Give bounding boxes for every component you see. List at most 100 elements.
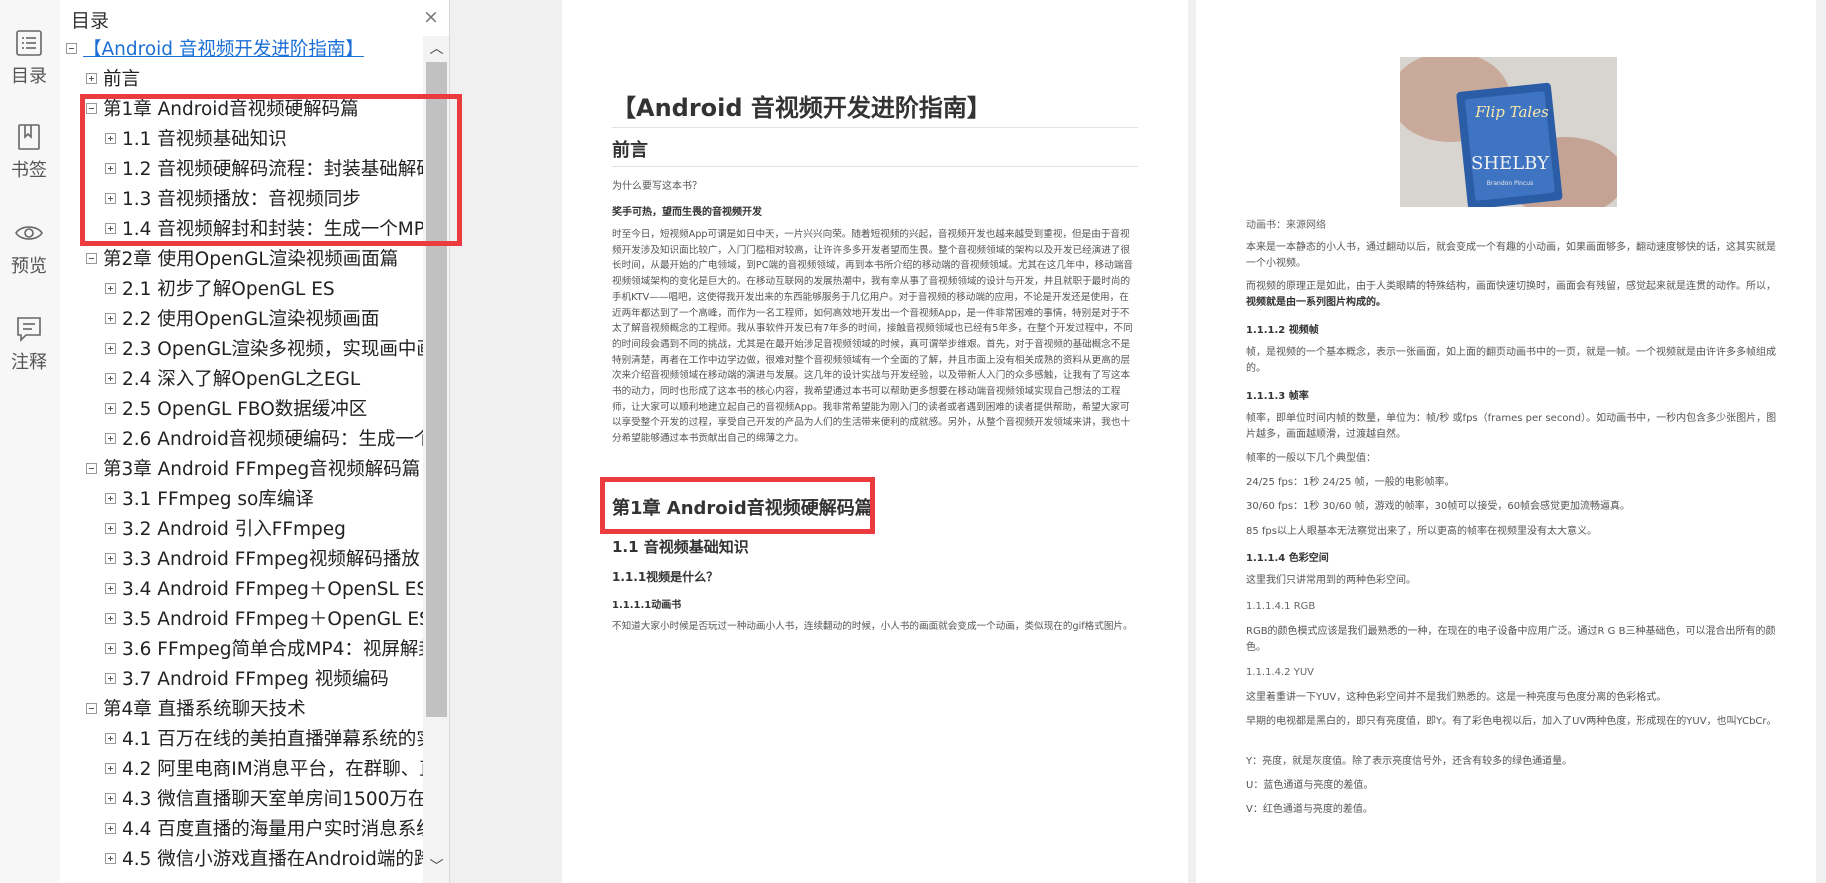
notes-rail-label: 注释 [11,352,47,373]
rgb-body: RGB的颜色模式应该是我们最熟悉的一种，在现在的电子设备中应用广泛。通过R G … [1246,626,1776,653]
toc-item[interactable]: 4.5 微信小游戏直播在Android端的跨 [105,846,423,874]
rate-heading: 1.1.1.3 帧率 [1246,391,1309,402]
highlight-box-chapter [600,477,875,534]
toc-item[interactable]: 3.6 FFmpeg简单合成MP4：视屏解封 [105,636,423,664]
collapse-icon[interactable] [86,462,97,474]
expand-icon[interactable] [105,612,116,624]
color-heading: 1.1.1.4 色彩空间 [1246,553,1329,564]
toc-item-label: 3.1 FFmpeg so库编译 [122,489,314,510]
scroll-down-icon[interactable]: ﹀ [426,856,447,876]
preview-rail-label: 预览 [11,256,47,277]
rgb-heading: 1.1.1.4.1 RGB [1246,601,1316,612]
expand-icon[interactable] [105,552,116,564]
toc-item[interactable]: 【Android 音视频开发进阶指南】 [66,36,423,64]
expand-icon[interactable] [105,852,116,864]
expand-icon[interactable] [105,342,116,354]
image-text-small: Brandon Pincus [1487,180,1533,187]
expand-icon[interactable] [105,522,116,534]
toc-item-label: 4.3 微信直播聊天室单房间1500万在线 [122,789,423,810]
document-page-1: 【Android 音视频开发进阶指南】 前言 为什么要写这本书？ 奖手可热，望而… [562,0,1188,883]
eye-icon [15,226,43,240]
toc-item[interactable]: 3.7 Android FFmpeg 视频编码 [105,666,423,694]
toc-item-label: 第3章 Android FFmpeg音视频解码篇 [103,459,421,480]
expand-icon[interactable] [105,762,116,774]
close-icon[interactable]: × [423,6,439,28]
toc-item-label: 2.1 初步了解OpenGL ES [122,279,335,300]
toc-item-label: 第4章 直播系统聊天技术 [103,699,306,720]
toc-item[interactable]: 2.4 深入了解OpenGL之EGL [105,366,423,394]
toc-item-label: 第2章 使用OpenGL渲染视频画面篇 [103,249,399,270]
expand-icon[interactable] [105,672,116,684]
doc-title: 【Android 音视频开发进阶指南】 [612,94,991,122]
toc-item[interactable]: 2.1 初步了解OpenGL ES [105,276,423,304]
preface-subtitle: 奖手可热，望而生畏的音视频开发 [612,207,762,218]
document-page-2: Flip Tales SHELBY Brandon Pincus 动画书：来源网… [1196,0,1816,883]
toc-item-label: 3.5 Android FFmpeg＋OpenGL ES播 [122,609,423,630]
toc-item[interactable]: 2.2 使用OpenGL渲染视频画面 [105,306,423,334]
bookmark-icon [18,124,40,150]
expand-icon[interactable] [105,282,116,294]
y-line: Y：亮度，就是灰度值。除了表示亮度信号外，还含有较多的绿色通道量。 [1246,756,1573,767]
toc-item[interactable]: 3.1 FFmpeg so库编译 [105,486,423,514]
expand-icon[interactable] [105,822,116,834]
toc-item[interactable]: 第2章 使用OpenGL渲染视频画面篇 [86,246,423,274]
preface-divider [612,166,1138,167]
scroll-up-icon[interactable]: ︿ [426,38,447,58]
title-divider [612,127,1138,128]
toc-item[interactable]: 2.5 OpenGL FBO数据缓冲区 [105,396,423,424]
toc-item[interactable]: 3.3 Android FFmpeg视频解码播放 [105,546,423,574]
toc-item[interactable]: 第3章 Android FFmpeg音视频解码篇 [86,456,423,484]
toc-item[interactable]: 3.2 Android 引入FFmpeg [105,516,423,544]
toc-item[interactable]: 前言 [86,66,423,94]
yuv-body-1: 这里着重讲一下YUV，这种色彩空间并不是我们熟悉的。这是一种亮度与色度分离的色彩… [1246,692,1667,703]
subsection-heading: 1.1.1视频是什么？ [612,570,719,584]
expand-icon[interactable] [105,582,116,594]
notes-rail-button[interactable]: 注释 [0,314,58,374]
toc-item-label: 2.6 Android音视频硬编码：生成一个 [122,429,423,450]
flipbook-photo: Flip Tales SHELBY Brandon Pincus [1400,57,1617,207]
bookmark-rail-button[interactable]: 书签 [0,122,58,182]
toc-item[interactable]: 3.4 Android FFmpeg＋OpenSL ES音 [105,576,423,604]
toc-rail-button[interactable]: 目录 [0,28,58,88]
expand-icon[interactable] [105,732,116,744]
collapse-icon[interactable] [86,252,97,264]
toc-item-label: 4.5 微信小游戏直播在Android端的跨 [122,849,423,870]
expand-icon[interactable] [86,72,97,84]
expand-icon[interactable] [105,792,116,804]
image-text-top: Flip Tales [1474,103,1549,121]
toc-item[interactable]: 3.5 Android FFmpeg＋OpenGL ES播 [105,606,423,634]
expand-icon[interactable] [105,642,116,654]
frame-body: 帧，是视频的一个基本概念，表示一张画面，如上面的翻页动画书中的一页，就是一帧。一… [1246,347,1776,374]
expand-icon[interactable] [105,372,116,384]
toc-item[interactable]: 4.3 微信直播聊天室单房间1500万在线 [105,786,423,814]
toc-item[interactable]: 第4章 直播系统聊天技术 [86,696,423,724]
toc-item-label: 3.7 Android FFmpeg 视频编码 [122,669,389,690]
expand-icon[interactable] [105,432,116,444]
emphasis-text: 视频就是由一系列图片构成的。 [1246,296,1386,308]
rate-body: 帧率，即单位时间内帧的数量，单位为：帧/秒 或fps（frames per se… [1246,413,1777,440]
toc-item[interactable]: 4.2 阿里电商IM消息平台，在群聊、直 [105,756,423,784]
toc-item-label: 4.1 百万在线的美拍直播弹幕系统的实 [122,729,423,750]
toc-header: 目录 × [60,0,449,34]
p2-paragraph-1: 本来是一本静态的小人书，通过翻动以后，就会变成一个有趣的小动画，如果画面够多，翻… [1246,242,1776,269]
comment-icon [17,317,41,342]
toc-item[interactable]: 4.1 百万在线的美拍直播弹幕系统的实 [105,726,423,754]
p2-paragraph-2: 而视频的原理正是如此，由于人类眼睛的特殊结构，画面快速切换时，画面会有残留，感觉… [1246,281,1776,308]
collapse-icon[interactable] [86,702,97,714]
expand-icon[interactable] [105,312,116,324]
toc-item-label: 3.3 Android FFmpeg视频解码播放 [122,549,420,570]
expand-icon[interactable] [105,492,116,504]
rate-item-2: 30/60 fps：1秒 30/60 帧，游戏的帧率，30帧可以接受，60帧会感… [1246,501,1631,512]
preface-body: 时至今日，短视频App可谓是如日中天，一片兴兴向荣。随着短视频的兴起，音视频开发… [612,229,1133,445]
preview-rail-button[interactable]: 预览 [0,218,58,278]
toc-item[interactable]: 2.6 Android音视频硬编码：生成一个 [105,426,423,454]
rate-typical: 帧率的一般以下几个典型值： [1246,453,1376,464]
toc-item[interactable]: 4.4 百度直播的海量用户实时消息系统 [105,816,423,844]
collapse-icon[interactable] [66,42,77,54]
toc-item-label: 4.4 百度直播的海量用户实时消息系统 [122,819,423,840]
expand-icon[interactable] [105,402,116,414]
toc-item[interactable]: 2.3 OpenGL渲染多视频，实现画中画 [105,336,423,364]
highlight-box-toc [80,94,462,246]
toc-item-label: 前言 [103,69,141,90]
list-icon [16,30,42,56]
